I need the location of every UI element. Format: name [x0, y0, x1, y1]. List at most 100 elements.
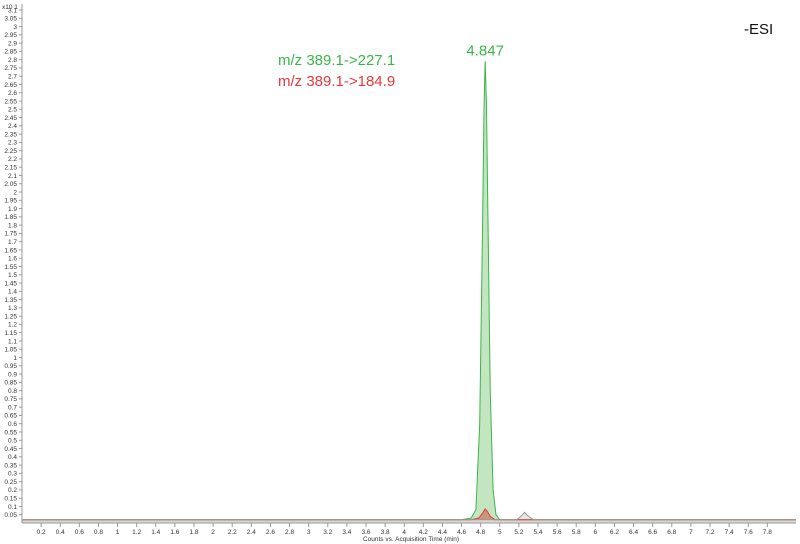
- series-line-2: [22, 511, 796, 521]
- y-tick-label: 0.6: [8, 421, 17, 428]
- y-tick-label: 0.95: [4, 363, 17, 370]
- y-tick-label: 1.75: [4, 231, 17, 238]
- x-tick-label: 2.6: [266, 529, 275, 536]
- y-axis-ticks: 0.050.10.150.20.250.30.350.40.450.50.550…: [4, 7, 22, 519]
- x-tick-label: 3: [307, 529, 311, 536]
- y-tick-label: 0.8: [8, 388, 17, 395]
- x-tick-label: 7.2: [705, 529, 714, 536]
- x-tick-label: 3.2: [323, 529, 332, 536]
- y-tick-label: 2.75: [4, 65, 17, 72]
- y-tick-label: 1.6: [8, 256, 17, 263]
- x-tick-label: 4.6: [457, 529, 466, 536]
- x-tick-label: 0.6: [75, 529, 84, 536]
- y-tick-label: 2.9: [8, 40, 17, 47]
- axes: [21, 4, 796, 524]
- y-tick-label: 0.85: [4, 380, 17, 387]
- y-tick-label: 0.15: [4, 495, 17, 502]
- x-axis-title: Counts vs. Acquisition Time (min): [363, 536, 459, 543]
- y-tick-label: 0.7: [8, 404, 17, 411]
- y-tick-label: 2.65: [4, 82, 17, 89]
- y-tick-label: 1.25: [4, 313, 17, 320]
- y-tick-label: 0.75: [4, 396, 17, 403]
- y-tick-label: 1.4: [8, 289, 17, 296]
- y-tick-label: 1.35: [4, 297, 17, 304]
- y-tick-label: 2.8: [8, 57, 17, 64]
- transition-label-quantifier: m/z 389.1->227.1: [278, 52, 395, 69]
- x-tick-label: 1.6: [170, 529, 179, 536]
- x-tick-label: 1.8: [189, 529, 198, 536]
- x-tick-label: 7.8: [763, 529, 772, 536]
- x-tick-label: 6: [594, 529, 598, 536]
- x-tick-label: 6.2: [610, 529, 619, 536]
- x-tick-label: 5.6: [553, 529, 562, 536]
- x-tick-label: 2.4: [247, 529, 256, 536]
- x-tick-label: 2.2: [228, 529, 237, 536]
- y-tick-label: 0.45: [4, 446, 17, 453]
- y-tick-label: 2.45: [4, 115, 17, 122]
- x-tick-label: 4: [402, 529, 406, 536]
- y-tick-label: 2.55: [4, 98, 17, 105]
- y-tick-label: 1.9: [8, 206, 17, 213]
- ionization-mode-label: -ESI: [744, 21, 773, 38]
- y-tick-label: 2.35: [4, 131, 17, 138]
- y-tick-label: 2.95: [4, 32, 17, 39]
- x-tick-label: 1.4: [151, 529, 160, 536]
- y-tick-label: 1.85: [4, 214, 17, 221]
- y-tick-label: 3: [13, 24, 17, 31]
- peak-fills: [22, 61, 796, 524]
- x-tick-label: 5: [498, 529, 502, 536]
- x-tick-label: 5.4: [533, 529, 542, 536]
- peak-retention-time-label: 4.847: [466, 42, 504, 59]
- y-tick-label: 2.6: [8, 90, 17, 97]
- y-tick-label: 2.4: [8, 123, 17, 130]
- y-tick-label: 2: [13, 189, 17, 196]
- x-axis-ticks: 0.2 0.4 0.6 0.8 1 1.2 1.4 1.6 1.8 2 2.2 2.4 2.6 2.8 3 3…: [37, 523, 772, 536]
- series-lines: [22, 61, 796, 521]
- y-tick-label: 0.05: [4, 512, 17, 519]
- x-tick-label: 0.4: [56, 529, 65, 536]
- y-tick-label: 0.4: [8, 454, 17, 461]
- chromatogram-chart: 0.050.10.150.20.250.30.350.40.450.50.550…: [2, 4, 796, 543]
- x-tick-label: 1.2: [132, 529, 141, 536]
- y-tick-label: 1.65: [4, 247, 17, 254]
- y-tick-label: 2.3: [8, 140, 17, 147]
- y-tick-label: 0.55: [4, 429, 17, 436]
- x-tick-label: 7: [689, 529, 693, 536]
- y-tick-label: 1.2: [8, 322, 17, 329]
- y-tick-label: 2.05: [4, 181, 17, 188]
- y-tick-label: 2.2: [8, 156, 17, 163]
- y-tick-label: 0.3: [8, 471, 17, 478]
- x-tick-label: 0.8: [94, 529, 103, 536]
- x-tick-label: 4.4: [438, 529, 447, 536]
- y-tick-label: 2.5: [8, 107, 17, 114]
- y-tick-label: 2.1: [8, 173, 17, 180]
- y-tick-label: 0.2: [8, 487, 17, 494]
- y-tick-label: 1.1: [8, 338, 17, 345]
- y-tick-label: 0.1: [8, 504, 17, 511]
- y-tick-label: 1.15: [4, 330, 17, 337]
- x-tick-label: 2.8: [285, 529, 294, 536]
- series-line-1: [22, 508, 796, 521]
- x-tick-label: 4.2: [419, 529, 428, 536]
- x-tick-label: 7.4: [725, 529, 734, 536]
- x-tick-label: 3.8: [381, 529, 390, 536]
- x-tick-label: 4.8: [476, 529, 485, 536]
- y-tick-label: 1: [13, 355, 17, 362]
- y-tick-label: 0.65: [4, 413, 17, 420]
- x-tick-label: 3.4: [342, 529, 351, 536]
- x-tick-label: 1: [116, 529, 120, 536]
- x-tick-label: 0.2: [37, 529, 46, 536]
- x-tick-label: 3.6: [361, 529, 370, 536]
- x-tick-label: 6.6: [648, 529, 657, 536]
- y-tick-label: 1.5: [8, 272, 17, 279]
- series-fill-2: [22, 512, 796, 523]
- series-fill-0: [22, 61, 796, 524]
- y-tick-label: 1.8: [8, 222, 17, 229]
- x-tick-label: 5.8: [572, 529, 581, 536]
- y-tick-label: 1.7: [8, 239, 17, 246]
- y-tick-label: 2.85: [4, 49, 17, 56]
- x-tick-label: 5.2: [514, 529, 523, 536]
- y-tick-label: 3.05: [4, 16, 17, 23]
- y-tick-label: 1.3: [8, 305, 17, 312]
- series-line-0: [22, 61, 796, 521]
